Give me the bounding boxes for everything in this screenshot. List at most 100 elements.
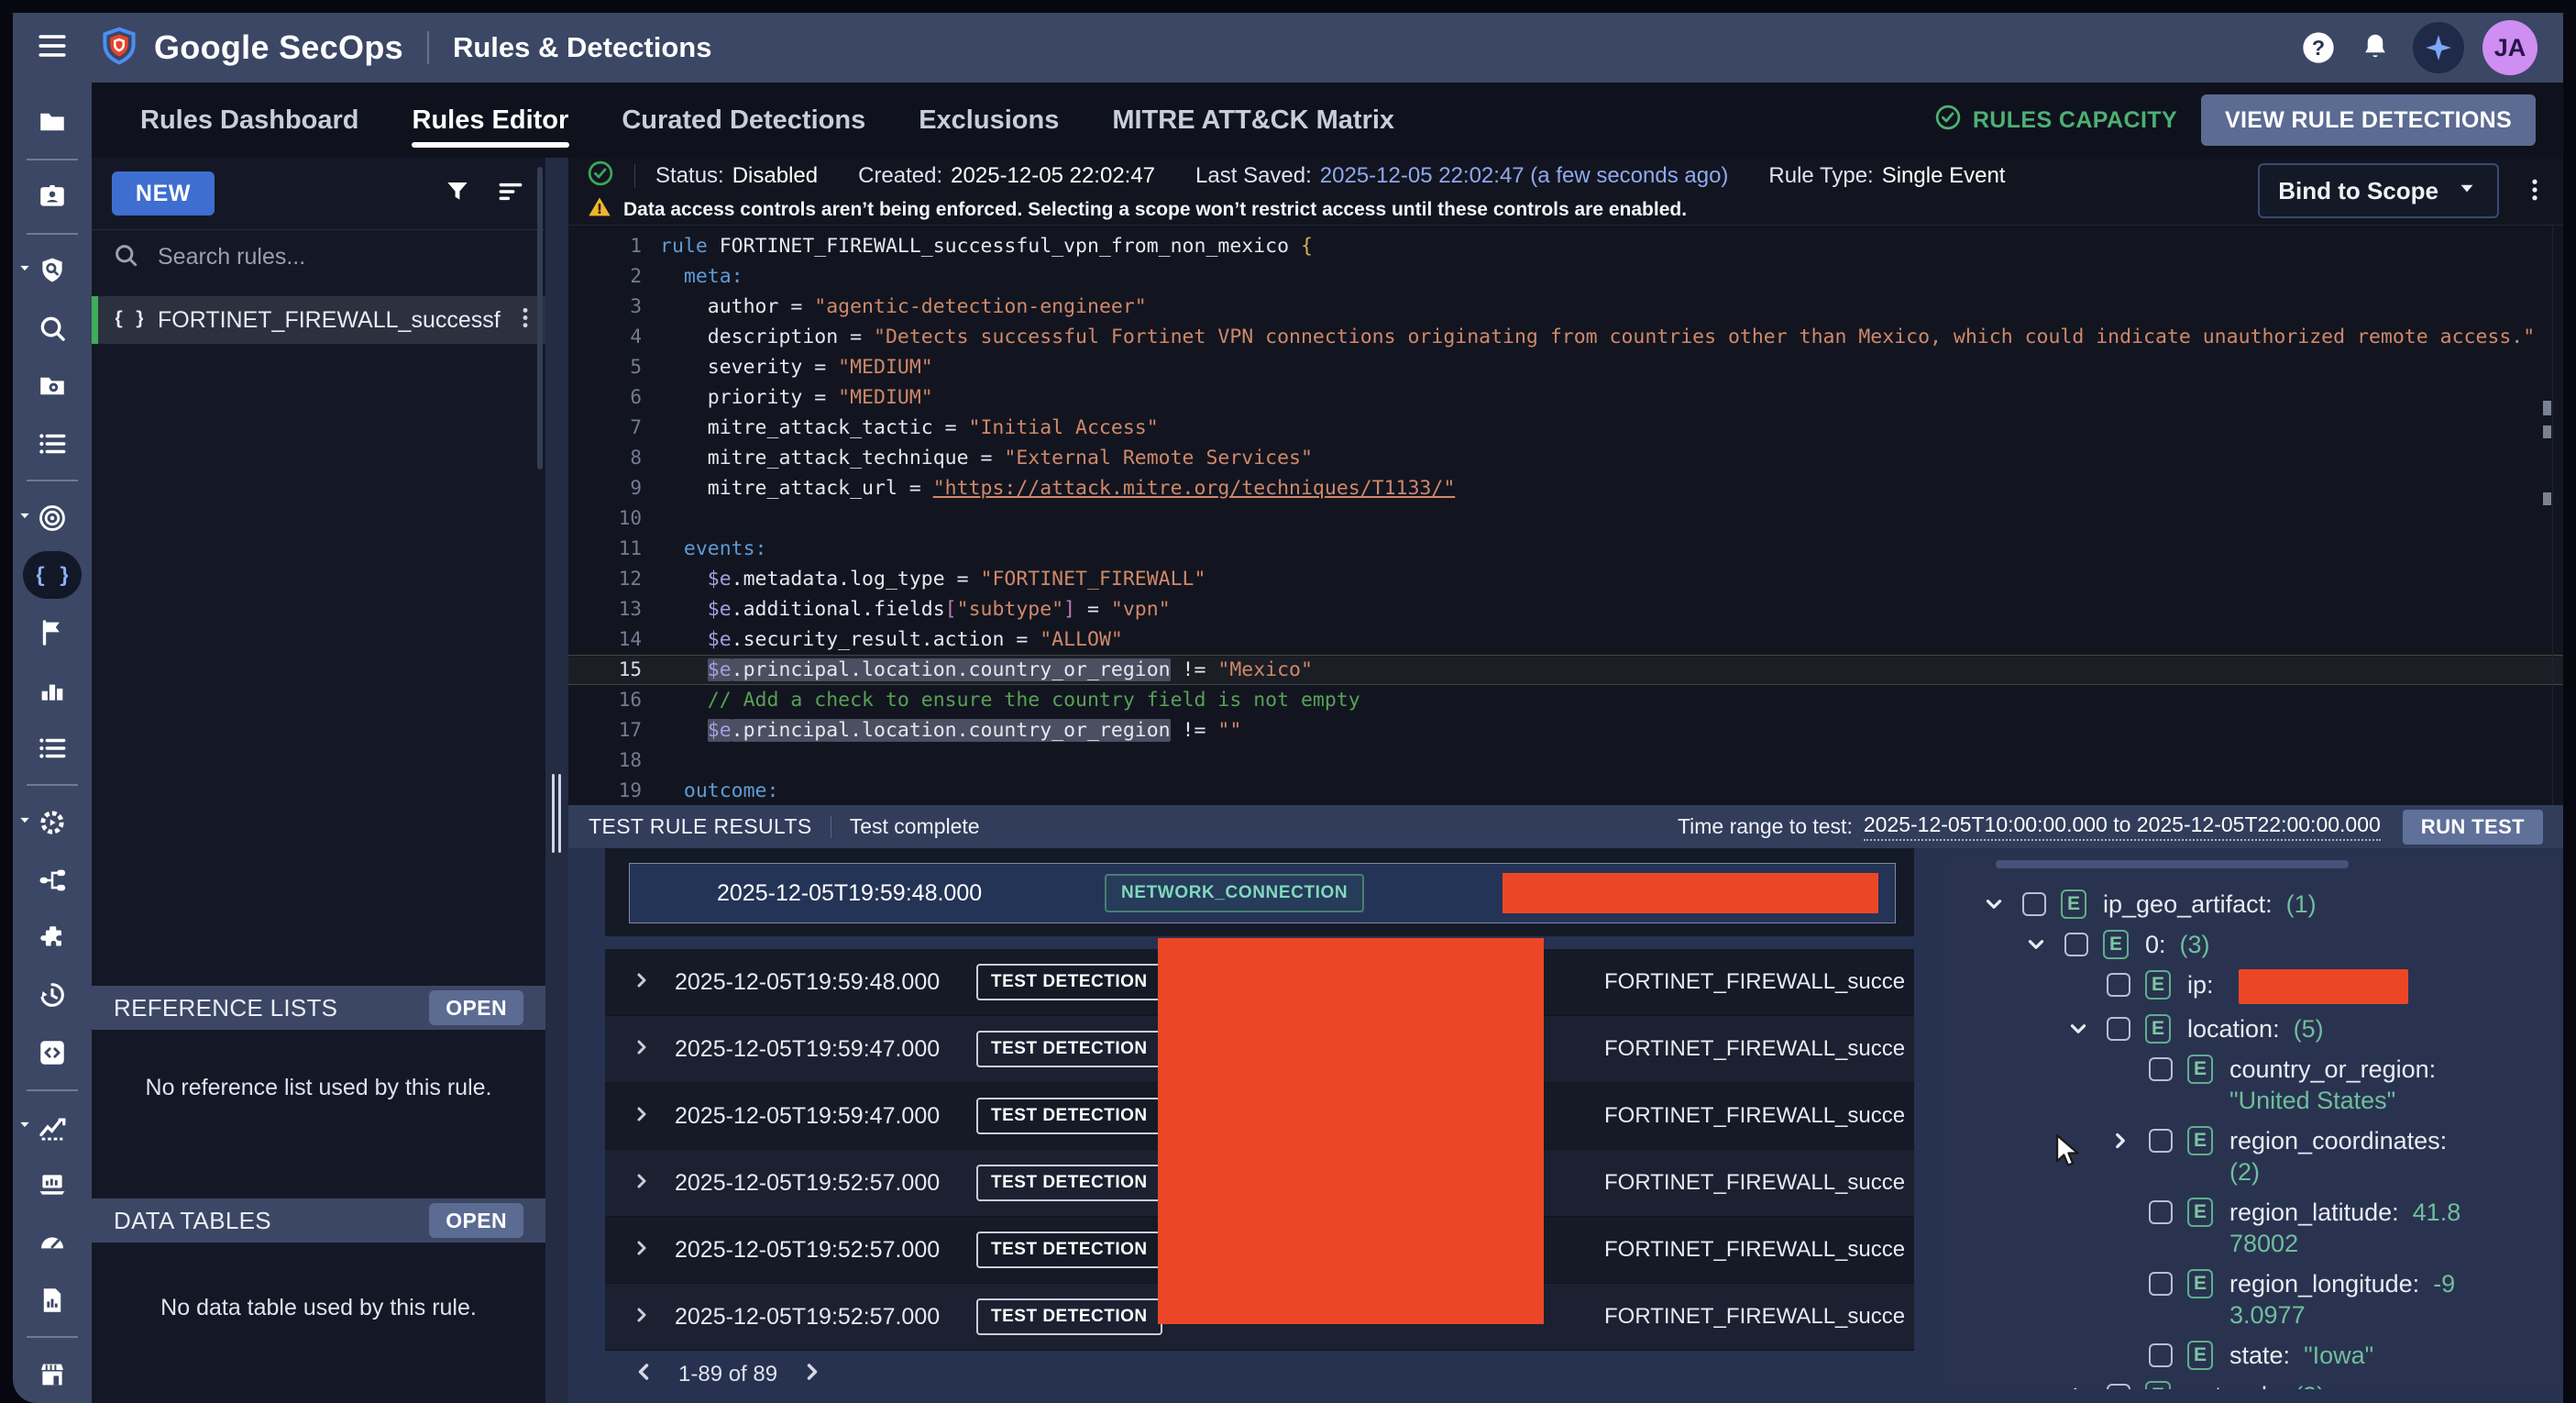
caret-down-icon[interactable] — [17, 261, 32, 281]
tree-row-location[interactable]: Elocation: (5) — [1945, 1009, 2473, 1049]
sidebar-item-workflow[interactable] — [13, 851, 92, 909]
sidebar-item-chart-line[interactable] — [13, 1099, 92, 1156]
sidebar-item-list[interactable] — [13, 414, 92, 472]
filter-icon[interactable] — [443, 177, 472, 211]
sidebar-item-laptop-chart[interactable] — [13, 1156, 92, 1214]
reference-lists-open-button[interactable]: OPEN — [429, 990, 523, 1025]
sidebar-item-id-badge[interactable] — [13, 168, 92, 226]
sidebar-item-gauge[interactable] — [13, 1213, 92, 1271]
tree-row-ip_geo_artifact[interactable]: Eip_geo_artifact: (1) — [1945, 884, 2473, 924]
code-line-19[interactable]: 19 outcome: — [568, 776, 2563, 805]
editor-menu-icon[interactable] — [2521, 176, 2548, 208]
sort-icon[interactable] — [496, 177, 525, 211]
code-editor[interactable]: 1rule FORTINET_FIREWALL_successful_vpn_f… — [568, 226, 2563, 805]
chevron-down-icon[interactable] — [1982, 889, 2022, 920]
code-line-13[interactable]: 13 $e.additional.fields["subtype"] = "vp… — [568, 594, 2563, 624]
next-page-icon[interactable] — [799, 1359, 825, 1391]
caret-down-icon[interactable] — [17, 812, 32, 832]
sidebar-item-code-square[interactable] — [13, 1024, 92, 1082]
sidebar-item-folder-eye[interactable] — [13, 357, 92, 414]
sidebar-item-bar-chart[interactable] — [13, 662, 92, 720]
code-line-15[interactable]: 15 $e.principal.location.country_or_regi… — [568, 655, 2563, 685]
code-line-11[interactable]: 11 events: — [568, 534, 2563, 564]
tree-row-network[interactable]: Enetwork: (3) — [1945, 1375, 2473, 1389]
code-line-3[interactable]: 3 author = "agentic-detection-engineer" — [568, 292, 2563, 322]
code-line-2[interactable]: 2 meta: — [568, 261, 2563, 292]
tree-row-region_coordinates[interactable]: Eregion_coordinates: (2) — [1945, 1121, 2473, 1192]
caret-down-icon[interactable] — [17, 508, 32, 527]
expand-chevron-icon[interactable] — [631, 1103, 653, 1130]
sidebar-item-gear[interactable] — [13, 793, 92, 851]
previous-page-icon[interactable] — [631, 1359, 656, 1391]
bind-to-scope-dropdown[interactable]: Bind to Scope — [2258, 163, 2499, 218]
code-line-7[interactable]: 7 mitre_attack_tactic = "Initial Access" — [568, 413, 2563, 443]
view-rule-detections-button[interactable]: VIEW RULE DETECTIONS — [2201, 94, 2536, 146]
rule-list-item-selected[interactable]: { } FORTINET_FIREWALL_successful_vpn — [92, 296, 545, 344]
tab-exclusions[interactable]: Exclusions — [892, 83, 1085, 158]
code-line-17[interactable]: 17 $e.principal.location.country_or_regi… — [568, 715, 2563, 746]
checkbox[interactable] — [2149, 1200, 2173, 1224]
rules-capacity-indicator[interactable]: RULES CAPACITY — [1934, 104, 2177, 138]
tree-row-region_longitude[interactable]: Eregion_longitude: -93.0977 — [1945, 1264, 2473, 1335]
tree-row-country_or_region[interactable]: Ecountry_or_region: "United States" — [1945, 1049, 2473, 1121]
data-tables-open-button[interactable]: OPEN — [429, 1203, 523, 1238]
checkbox[interactable] — [2107, 1017, 2130, 1041]
checkbox[interactable] — [2149, 1129, 2173, 1153]
code-line-18[interactable]: 18 — [568, 746, 2563, 776]
tree-row-region_latitude[interactable]: Eregion_latitude: 41.878002 — [1945, 1192, 2473, 1264]
chevron-right-icon[interactable] — [2066, 1380, 2107, 1389]
sidebar-item-history[interactable] — [13, 967, 92, 1024]
sidebar-item-flag[interactable] — [13, 604, 92, 662]
sidebar-item-shield-search[interactable] — [13, 242, 92, 300]
chevron-down-icon[interactable] — [2066, 1013, 2107, 1044]
code-line-6[interactable]: 6 priority = "MEDIUM" — [568, 382, 2563, 413]
tree-row-state[interactable]: Estate: "Iowa" — [1945, 1335, 2473, 1375]
sidebar-item-storefront[interactable] — [13, 1345, 92, 1403]
code-line-16[interactable]: 16 // Add a check to ensure the country … — [568, 685, 2563, 715]
code-line-8[interactable]: 8 mitre_attack_technique = "External Rem… — [568, 443, 2563, 473]
avatar[interactable]: JA — [2482, 20, 2537, 75]
new-rule-button[interactable]: NEW — [112, 171, 215, 215]
notifications-icon[interactable] — [2356, 28, 2394, 67]
checkbox[interactable] — [2107, 973, 2130, 997]
checkbox[interactable] — [2149, 1057, 2173, 1081]
tab-curated-detections[interactable]: Curated Detections — [595, 83, 892, 158]
time-range-value[interactable]: 2025-12-05T10:00:00.000 to 2025-12-05T22… — [1864, 812, 2381, 841]
code-line-5[interactable]: 5 severity = "MEDIUM" — [568, 352, 2563, 382]
expand-chevron-icon[interactable] — [631, 1237, 653, 1264]
code-line-10[interactable]: 10 — [568, 503, 2563, 534]
chevron-down-icon[interactable] — [2024, 929, 2064, 960]
expand-chevron-icon[interactable] — [631, 969, 653, 996]
search-rules-input[interactable] — [156, 243, 525, 271]
rule-item-menu-icon[interactable] — [512, 305, 538, 336]
tab-mitre-att-ck-matrix[interactable]: MITRE ATT&CK Matrix — [1085, 83, 1421, 158]
expand-chevron-icon[interactable] — [631, 1170, 653, 1197]
tab-rules-dashboard[interactable]: Rules Dashboard — [114, 83, 386, 158]
caret-down-icon[interactable] — [17, 1118, 32, 1137]
sidebar-item-target[interactable] — [13, 489, 92, 547]
last-saved-value[interactable]: 2025-12-05 22:02:47 (a few seconds ago) — [1320, 163, 1729, 189]
code-line-1[interactable]: 1rule FORTINET_FIREWALL_successful_vpn_f… — [568, 231, 2563, 261]
sidebar-item-puzzle[interactable] — [13, 909, 92, 967]
code-line-14[interactable]: 14 $e.security_result.action = "ALLOW" — [568, 624, 2563, 655]
code-line-12[interactable]: 12 $e.metadata.log_type = "FORTINET_FIRE… — [568, 564, 2563, 594]
expand-chevron-icon[interactable] — [631, 1304, 653, 1331]
horizontal-scrollbar[interactable] — [1996, 860, 2349, 868]
sidebar-item-search[interactable] — [13, 300, 92, 358]
checkbox[interactable] — [2107, 1384, 2130, 1389]
sidebar-item-braces[interactable]: { } — [13, 547, 92, 604]
code-line-9[interactable]: 9 mitre_attack_url = "https://attack.mit… — [568, 473, 2563, 503]
tree-row-0[interactable]: E0: (3) — [1945, 924, 2473, 965]
selected-event-row[interactable]: 2025-12-05T19:59:48.000 NETWORK_CONNECTI… — [629, 863, 1896, 923]
checkbox[interactable] — [2149, 1343, 2173, 1367]
sidebar-item-folder[interactable] — [13, 94, 92, 151]
expand-chevron-icon[interactable] — [631, 1036, 653, 1063]
checkbox[interactable] — [2022, 892, 2046, 916]
tab-rules-editor[interactable]: Rules Editor — [386, 83, 596, 158]
rules-scrollbar[interactable] — [537, 167, 543, 470]
checkbox[interactable] — [2149, 1272, 2173, 1296]
help-icon[interactable]: ? — [2299, 28, 2338, 67]
checkbox[interactable] — [2064, 933, 2088, 956]
sidebar-item-list[interactable] — [13, 720, 92, 778]
code-line-4[interactable]: 4 description = "Detects successful Fort… — [568, 322, 2563, 352]
